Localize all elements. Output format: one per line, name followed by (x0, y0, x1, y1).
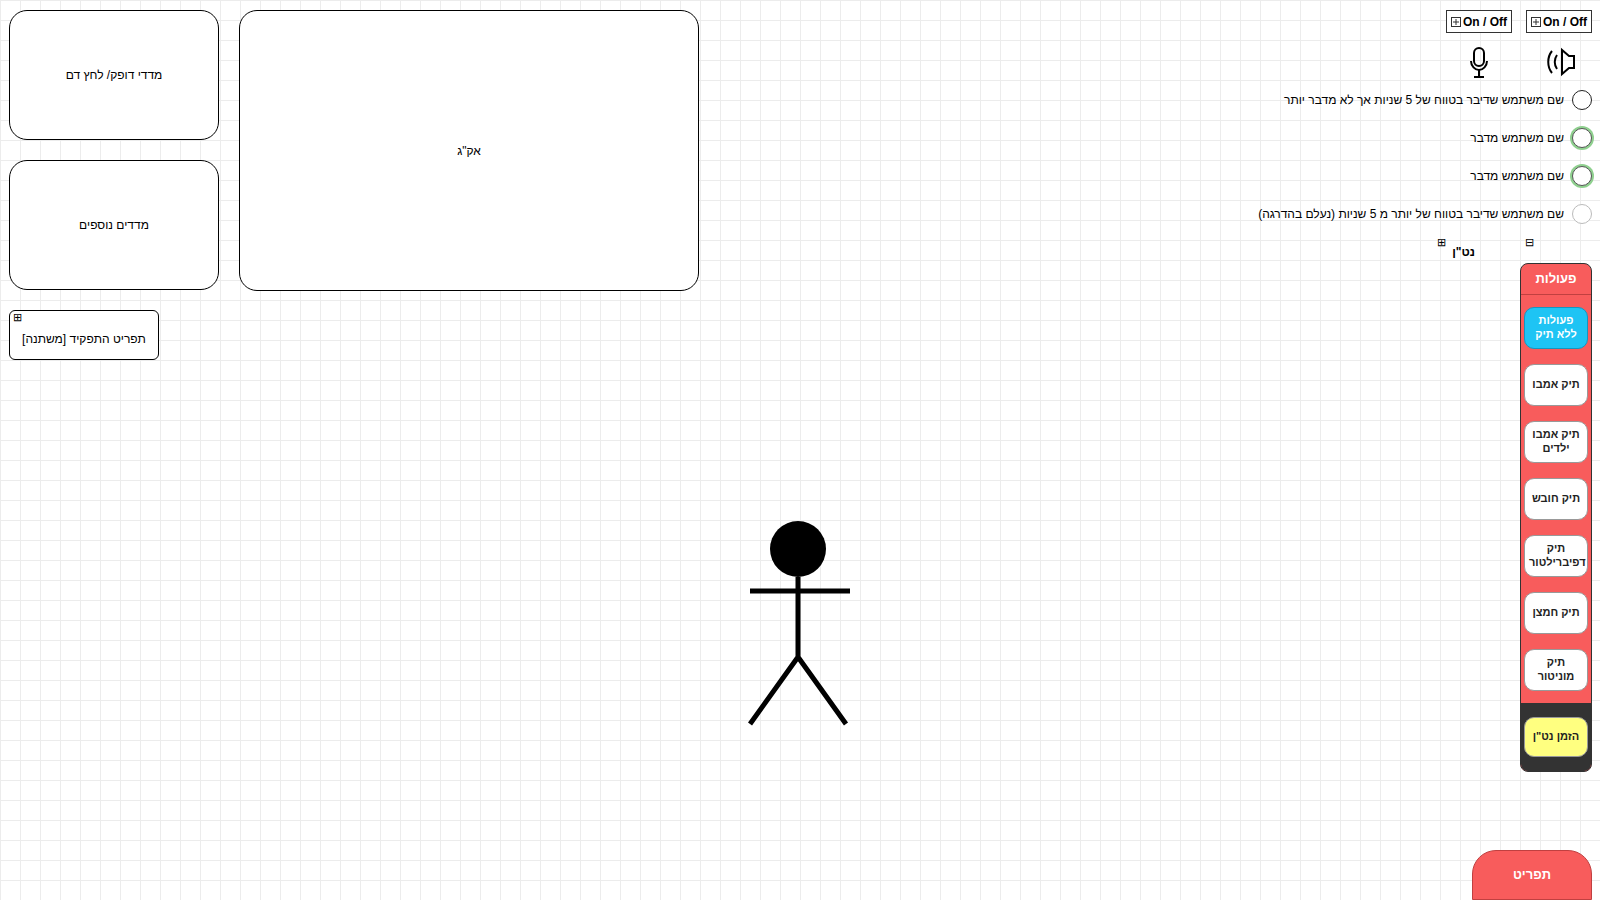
audio-control: On / Off (1446, 10, 1512, 79)
team-row: ⊞ נט"ן ⊟ (1437, 237, 1534, 261)
speaker-status-dot (1572, 166, 1592, 186)
speaker-row: שם משתמש מדבר (1470, 125, 1592, 151)
action-button[interactable]: תיק חובש (1524, 478, 1588, 520)
action-button[interactable]: תיק דפיברילטור (1524, 535, 1588, 577)
speaker-status-dot (1572, 90, 1592, 110)
speaker-icon[interactable] (1542, 47, 1576, 77)
left-column: מדדי דופק/ לחץ דם מדדים נוספים ⊞תפריט התפק… (9, 10, 219, 360)
team-expand[interactable]: ⊞ (1437, 237, 1446, 248)
patient-figure[interactable] (748, 520, 852, 726)
speaker-name: שם משתמש שדיבר בטווח של יותר מ 5 שניות (… (1258, 205, 1564, 223)
action-button[interactable]: פעולות ללא תיק (1524, 307, 1588, 349)
actions-list: פעולות ללא תיק תיק אמבו תיק אמבו ילדים תיק … (1521, 295, 1591, 703)
microphone-icon[interactable] (1469, 47, 1489, 79)
action-button[interactable]: תיק חמצן (1524, 592, 1588, 634)
speaker-status-dot (1572, 128, 1592, 148)
team-label: נט"ן (1452, 243, 1475, 261)
call-section: הזמן נט"ן (1521, 703, 1591, 771)
speaker-row: שם משתמש שדיבר בטווח של 5 שניות אך לא מד… (1284, 87, 1592, 113)
role-menu[interactable]: ⊞תפריט התפקיד [משתנה] (9, 310, 159, 360)
ecg-panel: אק"ג (239, 10, 699, 291)
on-off-button[interactable]: On / Off (1526, 10, 1592, 33)
menu-tab[interactable]: תפריט (1472, 850, 1592, 900)
audio-controls: On / Off On / Off (1446, 10, 1592, 79)
role-menu-expand[interactable]: ⊞ (13, 312, 22, 323)
action-button[interactable]: תיק אמבו (1524, 364, 1588, 406)
vitals-panel: מדדי דופק/ לחץ דם (9, 10, 219, 140)
speaker-status-dot (1572, 204, 1592, 224)
toggle-icon (1531, 17, 1541, 27)
right-area: On / Off On / Off שם משתמש שדיבר בטווח של … (1258, 0, 1600, 900)
speaker-row: שם משתמש שדיבר בטווח של יותר מ 5 שניות (… (1258, 201, 1592, 227)
speakers-list: שם משתמש שדיבר בטווח של 5 שניות אך לא מד… (1258, 87, 1592, 227)
audio-control: On / Off (1526, 10, 1592, 79)
actions-title: פעולות (1521, 264, 1591, 295)
simulation-canvas: מדדי דופק/ לחץ דםמדדים נוספים⊞תפריט התפק… (0, 0, 1600, 900)
team-collapse[interactable]: ⊟ (1525, 237, 1534, 248)
actions-panel: פעולות פעולות ללא תיק תיק אמבו תיק אמבו ילד… (1520, 263, 1592, 772)
speaker-row: שם משתמש מדבר (1470, 163, 1592, 189)
speaker-name: שם משתמש שדיבר בטווח של 5 שניות אך לא מד… (1284, 91, 1564, 109)
left-area: מדדי דופק/ לחץ דם מדדים נוספים ⊞תפריט התפק… (0, 0, 699, 900)
toggle-icon (1451, 17, 1461, 27)
action-button[interactable]: תיק מוניטור (1524, 649, 1588, 691)
extra-vitals-panel: מדדים נוספים (9, 160, 219, 290)
speaker-name: שם משתמש מדבר (1470, 167, 1564, 185)
on-off-button[interactable]: On / Off (1446, 10, 1512, 33)
role-menu-label: תפריט התפקיד [משתנה] (22, 330, 146, 348)
action-button[interactable]: תיק אמבו ילדים (1524, 421, 1588, 463)
call-team-button[interactable]: הזמן נט"ן (1524, 717, 1588, 757)
speaker-name: שם משתמש מדבר (1470, 129, 1564, 147)
